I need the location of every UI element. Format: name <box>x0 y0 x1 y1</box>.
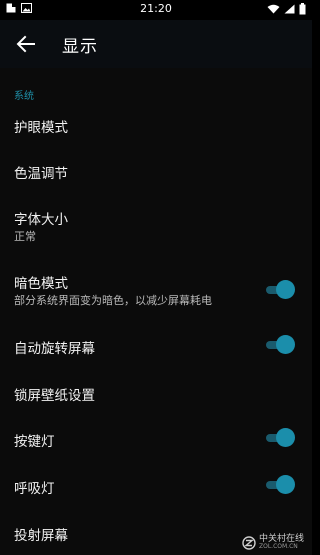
breathing-light-toggle[interactable] <box>264 475 296 495</box>
setting-label: 锁屏壁纸设置 <box>14 388 95 404</box>
setting-eye-comfort[interactable]: 护眼模式 <box>0 104 312 144</box>
status-bar: 21:20 <box>0 0 312 20</box>
status-right-icons <box>267 3 306 15</box>
toggle-thumb <box>276 335 295 354</box>
setting-label: 投射屏幕 <box>14 528 68 544</box>
setting-auto-rotate[interactable]: 自动旋转屏幕 <box>0 325 312 365</box>
toggle-thumb <box>276 280 295 299</box>
page-title: 显示 <box>62 37 98 57</box>
status-time: 21:20 <box>140 2 172 15</box>
settings-list: 系统 护眼模式 色温调节 字体大小 正常 暗色模式 部分系统界面变为暗色，以减少… <box>0 68 312 555</box>
setting-lockscreen-wallpaper[interactable]: 锁屏壁纸设置 <box>0 372 312 412</box>
setting-label: 字体大小 <box>14 212 68 228</box>
setting-label: 呼吸灯 <box>14 481 55 497</box>
app-bar: 显示 <box>0 20 312 68</box>
dark-mode-toggle[interactable] <box>264 280 296 300</box>
zol-logo-icon <box>242 535 256 550</box>
signal-icon <box>284 4 295 14</box>
setting-breathing-light[interactable]: 呼吸灯 <box>0 465 312 505</box>
battery-icon <box>299 3 306 15</box>
setting-description: 部分系统界面变为暗色，以减少屏幕耗电 <box>14 294 212 307</box>
button-light-toggle[interactable] <box>264 428 296 448</box>
watermark-text: 中关村在线 ZOL.COM.CN <box>259 535 304 550</box>
setting-color-temperature[interactable]: 色温调节 <box>0 150 312 190</box>
section-title-system: 系统 <box>14 91 34 102</box>
watermark-en: ZOL.COM.CN <box>258 543 298 550</box>
setting-label: 自动旋转屏幕 <box>14 341 95 357</box>
setting-font-size[interactable]: 字体大小 正常 <box>0 198 312 244</box>
setting-value: 正常 <box>14 230 36 243</box>
toggle-thumb <box>276 428 295 447</box>
setting-label: 护眼模式 <box>14 120 68 136</box>
setting-label: 按键灯 <box>14 434 55 450</box>
toggle-thumb <box>276 475 295 494</box>
setting-label: 色温调节 <box>14 166 68 182</box>
arrow-left-icon[interactable] <box>14 32 38 56</box>
setting-label: 暗色模式 <box>14 276 68 292</box>
zol-watermark: 中关村在线 ZOL.COM.CN <box>242 535 304 550</box>
setting-dark-mode[interactable]: 暗色模式 部分系统界面变为暗色，以减少屏幕耗电 <box>0 262 312 308</box>
setting-button-light[interactable]: 按键灯 <box>0 418 312 458</box>
auto-rotate-toggle[interactable] <box>264 335 296 355</box>
wifi-icon <box>267 4 280 14</box>
